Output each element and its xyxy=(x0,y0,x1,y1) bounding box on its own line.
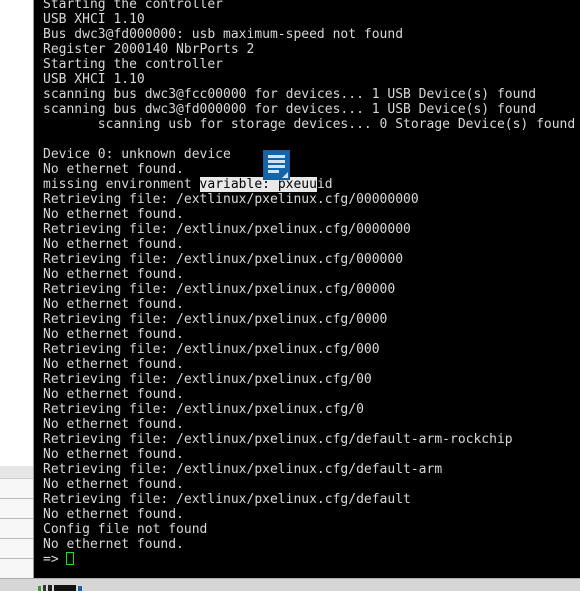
terminal-line: Config file not found xyxy=(43,522,208,537)
terminal-line: Retrieving file: /extlinux/pxelinux.cfg/… xyxy=(43,192,419,207)
terminal-line: Retrieving file: /extlinux/pxelinux.cfg/… xyxy=(43,312,388,327)
terminal-line: No ethernet found. xyxy=(43,387,184,402)
terminal-prompt-line: => xyxy=(43,552,575,567)
document-icon[interactable] xyxy=(263,150,290,180)
list-row[interactable] xyxy=(0,559,34,579)
terminal-line: Retrieving file: /extlinux/pxelinux.cfg/… xyxy=(43,462,443,477)
terminal-line: No ethernet found. xyxy=(43,327,184,342)
terminal-line: Bus dwc3@fd000000: usb maximum-speed not… xyxy=(43,27,404,42)
terminal-line: USB XHCI 1.10 xyxy=(43,12,145,27)
terminal-line: Device 0: unknown device xyxy=(43,147,231,162)
terminal-line: No ethernet found. xyxy=(43,357,184,372)
taskbar-mark xyxy=(54,585,76,591)
terminal-window[interactable]: Starting the controller USB XHCI 1.10 Bus … xyxy=(33,0,580,578)
terminal-line: Retrieving file: /extlinux/pxelinux.cfg/… xyxy=(43,252,404,267)
terminal-line: Retrieving file: /extlinux/pxelinux.cfg/… xyxy=(43,402,364,417)
terminal-line: Retrieving file: /extlinux/pxelinux.cfg/… xyxy=(43,342,380,357)
document-icon-corner xyxy=(282,172,288,178)
terminal-line: scanning bus dwc3@fd000000 for devices..… xyxy=(43,102,537,117)
terminal-line: Retrieving file: /extlinux/pxelinux.cfg/… xyxy=(43,432,513,447)
background-app-panel xyxy=(0,0,34,591)
terminal-line: No ethernet found. xyxy=(43,537,184,552)
screen-root: Starting the controller USB XHCI 1.10 Bus … xyxy=(0,0,580,591)
terminal-output: Starting the controller USB XHCI 1.10 Bus … xyxy=(43,0,575,567)
terminal-line: missing environment variable: pxeuuid xyxy=(43,177,333,192)
terminal-line: Starting the controller xyxy=(43,57,224,72)
terminal-line: scanning usb for storage devices... 0 St… xyxy=(43,117,576,132)
taskbar-mark xyxy=(48,585,52,591)
taskbar-mark xyxy=(78,586,82,591)
terminal-line: No ethernet found. xyxy=(43,237,184,252)
selected-text[interactable]: variable: pxeuu xyxy=(199,177,317,192)
bottom-status-strip xyxy=(0,578,580,591)
list-row[interactable] xyxy=(0,466,34,479)
document-icon-line xyxy=(268,165,285,168)
list-row[interactable] xyxy=(0,479,34,499)
terminal-line: No ethernet found. xyxy=(43,162,184,177)
document-icon-line xyxy=(268,170,279,173)
terminal-line: No ethernet found. xyxy=(43,207,184,222)
terminal-line: No ethernet found. xyxy=(43,417,184,432)
list-row[interactable] xyxy=(0,519,34,539)
terminal-line: Retrieving file: /extlinux/pxelinux.cfg/… xyxy=(43,282,396,297)
terminal-line: Retrieving file: /extlinux/pxelinux.cfg/… xyxy=(43,222,411,237)
terminal-line: No ethernet found. xyxy=(43,477,184,492)
terminal-line: scanning bus dwc3@fcc00000 for devices..… xyxy=(43,87,537,102)
terminal-line: Retrieving file: /extlinux/pxelinux.cfg/… xyxy=(43,372,372,387)
terminal-line: Starting the controller xyxy=(43,0,224,12)
terminal-cursor[interactable] xyxy=(66,552,75,565)
terminal-line: USB XHCI 1.10 xyxy=(43,72,145,87)
terminal-line: Retrieving file: /extlinux/pxelinux.cfg/… xyxy=(43,492,411,507)
terminal-line: No ethernet found. xyxy=(43,507,184,522)
terminal-line: No ethernet found. xyxy=(43,447,184,462)
list-row[interactable] xyxy=(0,539,34,559)
taskbar-mark xyxy=(43,585,46,591)
document-icon-body xyxy=(263,150,290,180)
taskbar-item[interactable] xyxy=(38,584,90,591)
document-icon-line xyxy=(268,155,285,158)
terminal-line: No ethernet found. xyxy=(43,297,184,312)
background-list[interactable] xyxy=(0,466,34,579)
taskbar-mark xyxy=(38,586,41,591)
document-icon-line xyxy=(268,160,285,163)
list-row[interactable] xyxy=(0,499,34,519)
terminal-line: Register 2000140 NbrPorts 2 xyxy=(43,42,255,57)
terminal-line: No ethernet found. xyxy=(43,267,184,282)
